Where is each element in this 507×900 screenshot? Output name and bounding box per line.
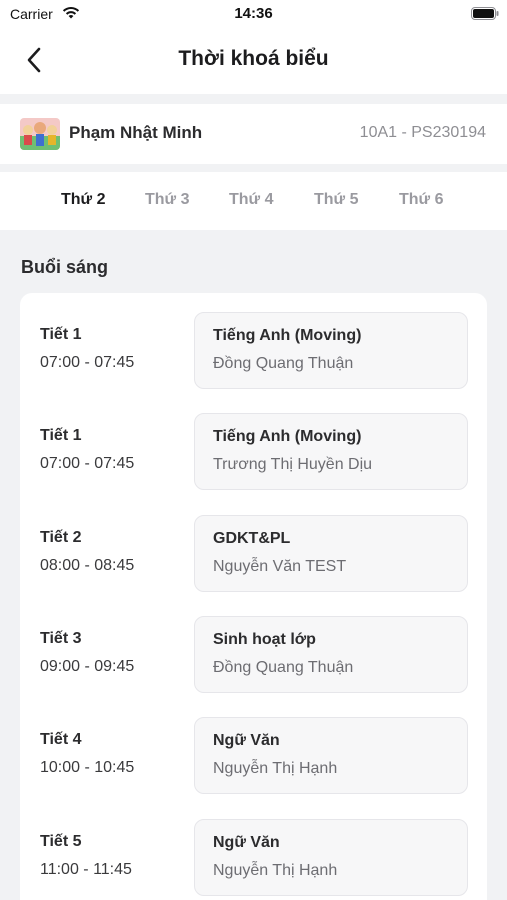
navigation-bar: Thời khoá biểu [0,30,507,94]
subject-name: Tiếng Anh (Moving) [213,428,362,445]
subject-name: Ngữ Văn [213,834,280,851]
student-avatar [20,118,60,150]
subject-card[interactable]: Ngữ Văn Nguyễn Thị Hạnh [194,819,468,896]
tab-monday[interactable]: Thứ 2 [61,191,105,209]
period-label: Tiết 5 [40,833,82,850]
teacher-name: Nguyễn Thị Hạnh [213,862,338,879]
tab-thursday[interactable]: Thứ 5 [314,191,358,209]
period-time: 11:00 - 11:45 [40,861,132,878]
period-label: Tiết 3 [40,630,82,647]
tab-friday[interactable]: Thứ 6 [399,191,443,209]
battery-icon [471,7,499,20]
student-info-bar[interactable]: Phạm Nhật Minh 10A1 - PS230194 [0,104,507,164]
schedule-list: Tiết 1 07:00 - 07:45 Tiếng Anh (Moving) … [20,293,487,900]
teacher-name: Nguyễn Thị Hạnh [213,760,338,777]
tab-wednesday[interactable]: Thứ 4 [229,191,273,209]
subject-card[interactable]: Sinh hoạt lớp Đồng Quang Thuận [194,616,468,693]
student-class-code: 10A1 - PS230194 [359,124,486,141]
period-label: Tiết 2 [40,529,82,546]
period-time: 07:00 - 07:45 [40,354,135,371]
schedule-row: Tiết 2 08:00 - 08:45 GDKT&PL Nguyễn Văn … [20,496,487,592]
schedule-row: Tiết 5 11:00 - 11:45 Ngữ Văn Nguyễn Thị … [20,800,487,896]
period-time: 10:00 - 10:45 [40,759,135,776]
period-label: Tiết 1 [40,427,82,444]
tab-tuesday[interactable]: Thứ 3 [145,191,189,209]
subject-name: Tiếng Anh (Moving) [213,327,362,344]
student-name: Phạm Nhật Minh [69,123,203,142]
schedule-row: Tiết 4 10:00 - 10:45 Ngữ Văn Nguyễn Thị … [20,698,487,794]
period-time: 09:00 - 09:45 [40,658,135,675]
period-label: Tiết 4 [40,731,82,748]
subject-card[interactable]: Tiếng Anh (Moving) Đồng Quang Thuận [194,312,468,389]
status-time: 14:36 [234,5,273,22]
teacher-name: Đồng Quang Thuận [213,355,354,372]
period-time: 07:00 - 07:45 [40,455,135,472]
subject-card[interactable]: Tiếng Anh (Moving) Trương Thị Huyền Dịu [194,413,468,490]
period-time: 08:00 - 08:45 [40,557,135,574]
teacher-name: Trương Thị Huyền Dịu [213,456,373,473]
schedule-row: Tiết 1 07:00 - 07:45 Tiếng Anh (Moving) … [20,293,487,389]
page-title: Thời khoá biểu [178,47,329,70]
subject-name: GDKT&PL [213,530,291,547]
subject-name: Sinh hoạt lớp [213,631,316,648]
teacher-name: Nguyễn Văn TEST [213,558,347,575]
schedule-row: Tiết 3 09:00 - 09:45 Sinh hoạt lớp Đồng … [20,597,487,693]
subject-card[interactable]: GDKT&PL Nguyễn Văn TEST [194,515,468,592]
period-label: Tiết 1 [40,326,82,343]
subject-name: Ngữ Văn [213,732,280,749]
teacher-name: Đồng Quang Thuận [213,659,354,676]
day-tabs: Thứ 2 Thứ 3 Thứ 4 Thứ 5 Thứ 6 [0,172,507,230]
section-title-morning: Buổi sáng [21,257,109,277]
status-bar: Carrier 14:36 [0,0,507,30]
schedule-row: Tiết 1 07:00 - 07:45 Tiếng Anh (Moving) … [20,394,487,490]
subject-card[interactable]: Ngữ Văn Nguyễn Thị Hạnh [194,717,468,794]
